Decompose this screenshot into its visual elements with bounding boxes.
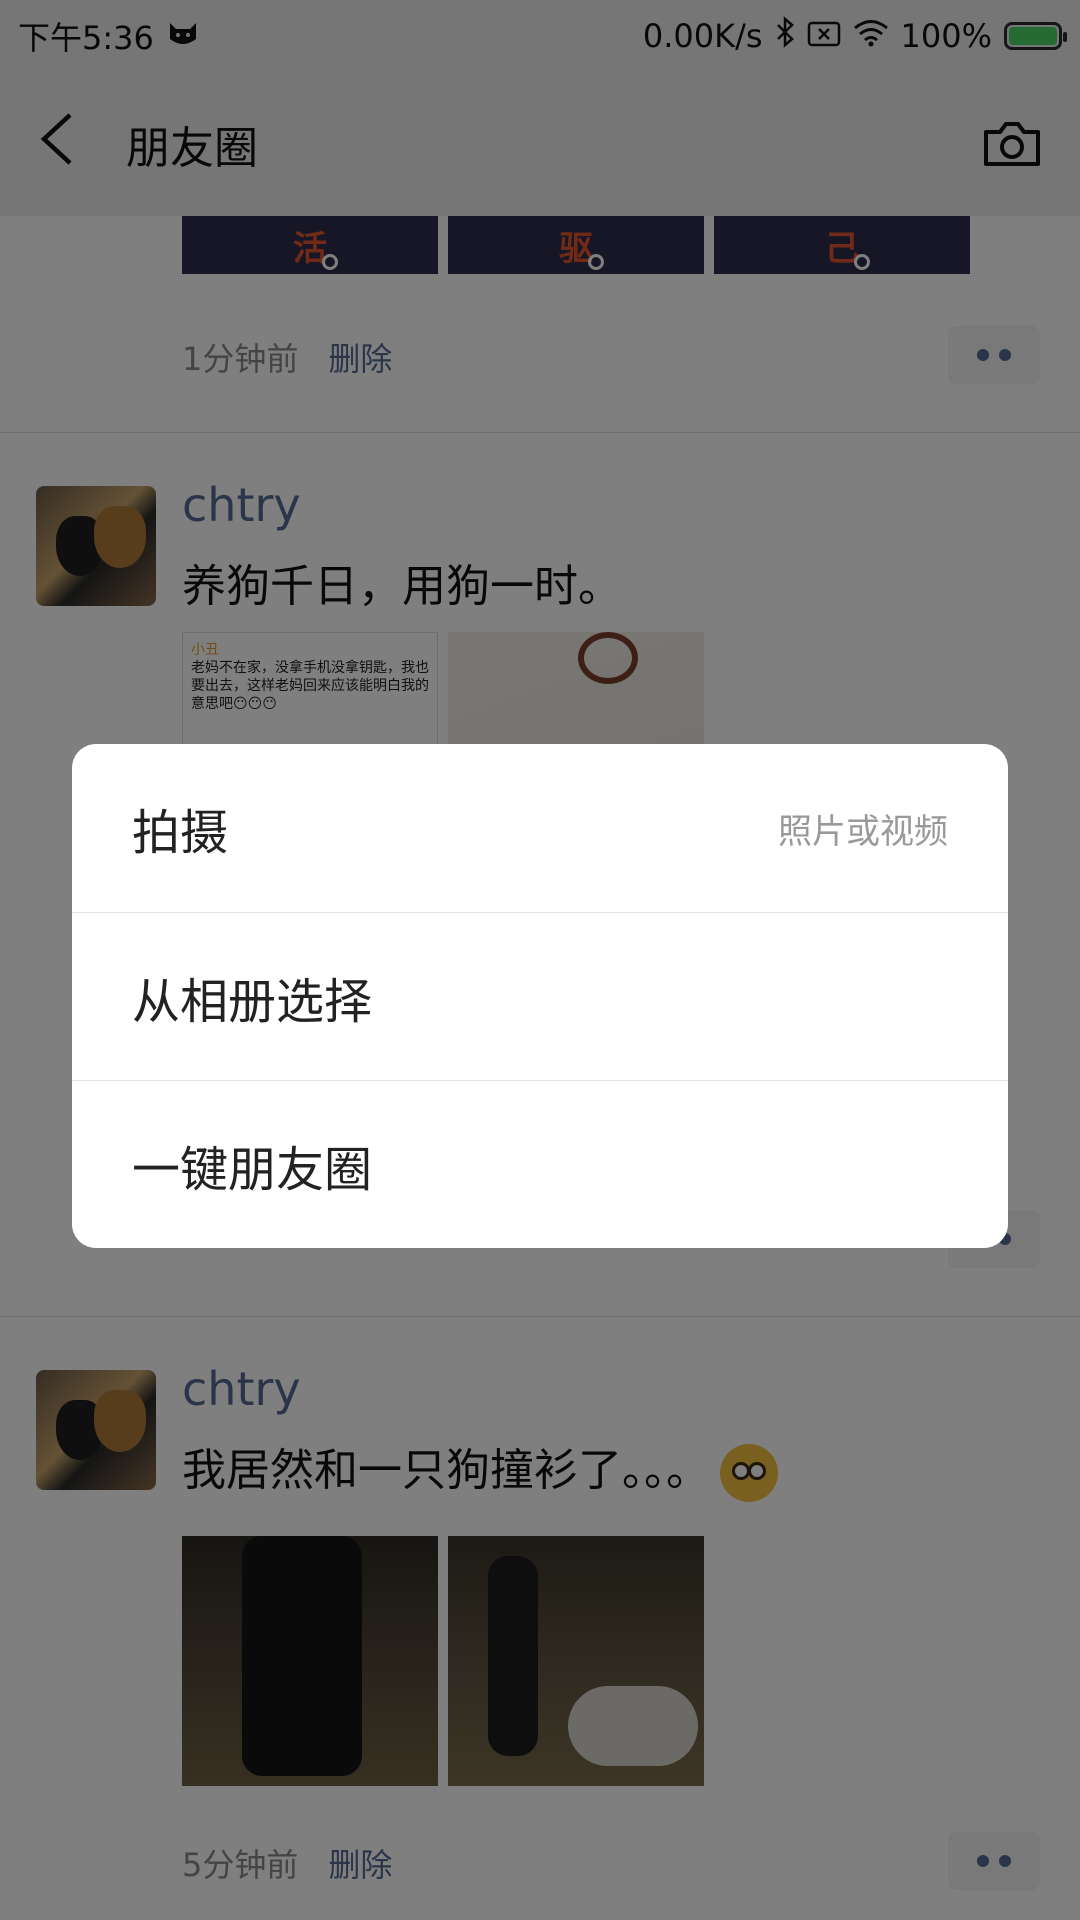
action-take-photo[interactable]: 拍摄 照片或视频 bbox=[72, 744, 1008, 912]
action-label: 一键朋友圈 bbox=[132, 1141, 373, 1198]
action-hint: 照片或视频 bbox=[778, 811, 948, 852]
action-sheet: 拍摄 照片或视频 从相册选择 一键朋友圈 bbox=[72, 744, 1008, 1248]
action-label: 拍摄 bbox=[132, 805, 229, 861]
action-one-click-moments[interactable]: 一键朋友圈 bbox=[72, 1080, 1008, 1248]
action-choose-album[interactable]: 从相册选择 bbox=[72, 912, 1008, 1080]
action-label: 从相册选择 bbox=[132, 973, 373, 1030]
